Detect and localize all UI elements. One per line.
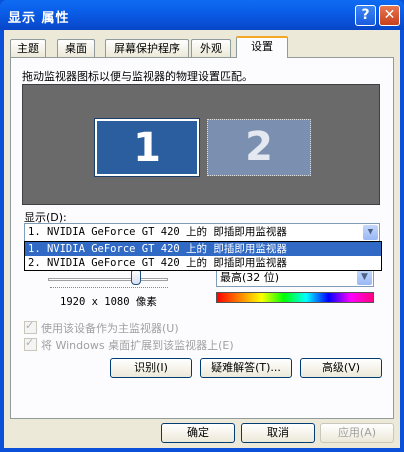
apply-button[interactable]: 应用(A) <box>320 423 394 443</box>
checkbox-icon[interactable] <box>24 319 37 334</box>
display-dropdown-list[interactable]: 1. NVIDIA GeForce GT 420 上的 即插即用监视器 2. N… <box>24 241 382 271</box>
monitor-1-icon[interactable]: 1 <box>94 118 200 177</box>
monitor-arrangement-area[interactable]: 1 2 <box>22 84 380 205</box>
identify-button[interactable]: 识别(I) <box>110 358 192 378</box>
extend-desktop-checkbox[interactable]: 将 Windows 桌面扩展到该监视器上(E) <box>24 336 344 353</box>
checkbox-icon[interactable] <box>24 336 37 351</box>
tab-desktop[interactable]: 桌面 <box>57 39 95 57</box>
title-bar[interactable]: 显示 属性 ? ✕ <box>0 0 404 30</box>
advanced-button[interactable]: 高级(V) <box>300 358 382 378</box>
chevron-down-icon[interactable]: ▼ <box>363 225 378 240</box>
extend-desktop-label: 将 Windows 桌面扩展到该监视器上(E) <box>41 339 234 352</box>
chevron-down-icon[interactable]: ▼ <box>357 270 372 285</box>
slider-ticks <box>50 287 168 291</box>
color-spectrum-bar <box>216 292 374 303</box>
display-option-1[interactable]: 1. NVIDIA GeForce GT 420 上的 即插即用监视器 <box>25 242 381 256</box>
dialog-body: 主题 桌面 屏幕保护程序 外观 设置 拖动监视器图标以便与监视器的物理设置匹配。… <box>4 30 400 448</box>
primary-monitor-checkbox[interactable]: 使用该设备作为主监视器(U) <box>24 319 344 336</box>
instruction-text: 拖动监视器图标以便与监视器的物理设置匹配。 <box>22 70 253 83</box>
window-title: 显示 属性 <box>8 11 70 26</box>
display-select[interactable]: 1. NVIDIA GeForce GT 420 上的 即插即用监视器 ▼ <box>24 223 380 242</box>
tab-themes[interactable]: 主题 <box>10 39 46 57</box>
tab-screensaver[interactable]: 屏幕保护程序 <box>105 39 189 57</box>
resolution-value: 1920 x 1080 像素 <box>60 296 157 308</box>
tab-settings[interactable]: 设置 <box>236 36 288 58</box>
monitor-1-label: 1 <box>133 125 161 171</box>
troubleshoot-button[interactable]: 疑难解答(T)... <box>200 358 292 378</box>
display-option-2[interactable]: 2. NVIDIA GeForce GT 420 上的 即插即用监视器 <box>25 256 381 270</box>
color-quality-value: 最高(32 位) <box>220 271 280 284</box>
help-button[interactable]: ? <box>355 5 376 26</box>
display-select-value: 1. NVIDIA GeForce GT 420 上的 即插即用监视器 <box>28 226 287 238</box>
monitor-2-label: 2 <box>245 124 273 170</box>
ok-button[interactable]: 确定 <box>161 423 235 443</box>
resolution-slider-track[interactable] <box>48 278 168 281</box>
display-properties-window: 显示 属性 ? ✕ 主题 桌面 屏幕保护程序 外观 设置 拖动监视器图标以便与监… <box>0 0 404 452</box>
close-button[interactable]: ✕ <box>379 5 400 26</box>
cancel-button[interactable]: 取消 <box>241 423 315 443</box>
tab-appearance[interactable]: 外观 <box>191 39 231 57</box>
primary-monitor-label: 使用该设备作为主监视器(U) <box>41 322 179 335</box>
resolution-slider-thumb[interactable] <box>131 270 141 285</box>
monitor-2-icon[interactable]: 2 <box>207 119 311 176</box>
